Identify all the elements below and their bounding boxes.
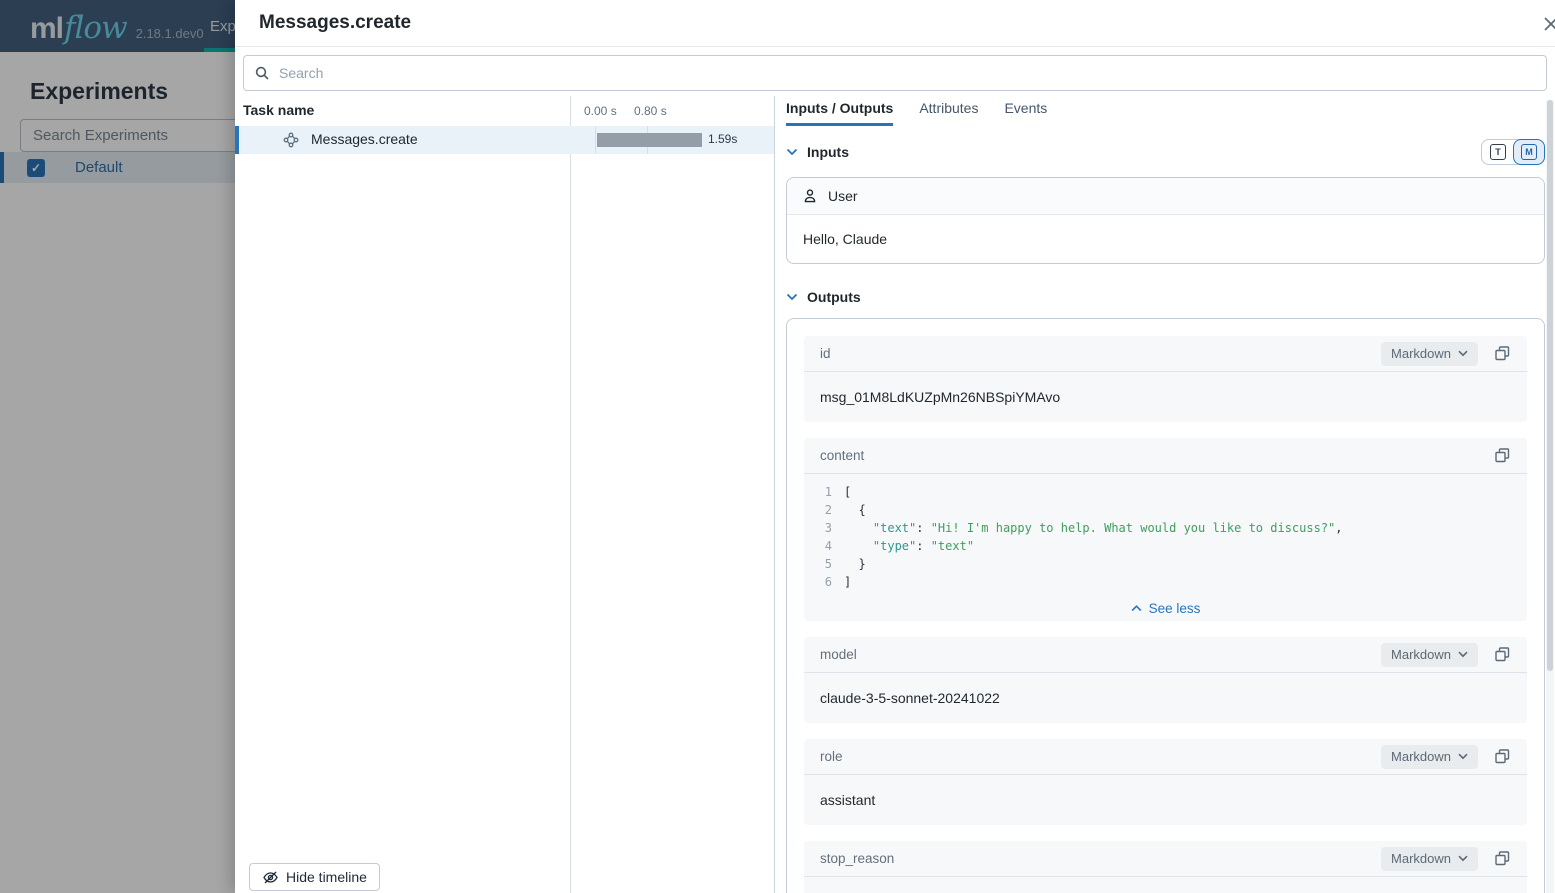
user-card-title: User — [828, 188, 858, 204]
hide-timeline-button[interactable]: Hide timeline — [249, 863, 380, 891]
tab-events[interactable]: Events — [1004, 96, 1047, 126]
render-mode-toggle: T M — [1481, 139, 1545, 165]
span-detail-pane: Inputs / Outputs Attributes Events Input… — [775, 96, 1555, 893]
tree-timeline-divider — [570, 96, 571, 893]
field-value: claude-3-5-sonnet-20241022 — [804, 673, 1527, 723]
markdown-dropdown[interactable]: Markdown — [1381, 342, 1478, 366]
field-value: assistant — [804, 775, 1527, 825]
field-header: role Markdown — [804, 739, 1527, 775]
inputs-section-title: Inputs — [807, 144, 849, 160]
detail-scroll-area: Inputs T M Us — [775, 126, 1555, 893]
outputs-section-header[interactable]: Outputs — [786, 279, 1545, 315]
duration-label: 1.59s — [708, 132, 737, 146]
markdown-dropdown[interactable]: Markdown — [1381, 745, 1478, 769]
outputs-container: id Markdown — [786, 318, 1545, 893]
field-label: model — [820, 647, 857, 662]
chevron-up-icon — [1131, 605, 1142, 612]
modal-title: Messages.create — [259, 12, 411, 34]
output-field-content: content 1[2 {3 "text": "Hi! I'm happy to… — [804, 438, 1527, 621]
text-view-icon: T — [1490, 144, 1506, 160]
json-code-block: 1[2 {3 "text": "Hi! I'm happy to help. W… — [804, 474, 1527, 591]
markdown-view-button[interactable]: M — [1513, 139, 1545, 165]
code-line: 3 "text": "Hi! I'm happy to help. What w… — [804, 519, 1527, 537]
markdown-view-icon: M — [1521, 144, 1537, 160]
see-less-label: See less — [1149, 601, 1201, 616]
chevron-down-icon — [786, 293, 798, 301]
chevron-down-icon — [1458, 350, 1468, 357]
search-icon — [254, 65, 271, 82]
markdown-dropdown[interactable]: Markdown — [1381, 847, 1478, 871]
search-input[interactable] — [279, 65, 1536, 81]
vertical-scrollbar[interactable] — [1546, 100, 1554, 893]
timeline-duration-bar[interactable] — [597, 133, 702, 147]
detail-tabs: Inputs / Outputs Attributes Events — [775, 96, 1555, 126]
task-row-messages-create[interactable]: Messages.create 1.59s — [235, 126, 774, 154]
modal-title-bar: Messages.create — [235, 0, 1555, 47]
copy-icon[interactable] — [1494, 748, 1511, 765]
field-label: role — [820, 749, 843, 764]
outputs-section-title: Outputs — [807, 289, 861, 305]
user-message-card: User Hello, Claude — [786, 177, 1545, 264]
field-value — [804, 877, 1527, 893]
field-header: id Markdown — [804, 336, 1527, 372]
text-view-button[interactable]: T — [1482, 140, 1514, 164]
screen: mlflow 2.18.1.dev0 Exp Experiments Searc… — [0, 0, 1555, 893]
copy-icon[interactable] — [1494, 850, 1511, 867]
markdown-dropdown-label: Markdown — [1391, 647, 1451, 662]
eye-off-icon — [262, 869, 279, 886]
chevron-down-icon — [1458, 753, 1468, 760]
field-header: stop_reason Markdown — [804, 841, 1527, 877]
field-header: content — [804, 438, 1527, 474]
output-field-role: role Markdown — [804, 739, 1527, 825]
task-tree-pane: Task name 0.00 s 0.80 s Messages.create — [235, 96, 775, 893]
copy-icon[interactable] — [1494, 447, 1511, 464]
timeline-gridline — [595, 126, 596, 154]
user-card-value: Hello, Claude — [787, 215, 1544, 263]
tree-header-row: Task name 0.00 s 0.80 s — [235, 96, 774, 126]
close-icon[interactable] — [1542, 15, 1555, 33]
code-line: 1[ — [804, 483, 1527, 501]
tab-attributes[interactable]: Attributes — [919, 96, 978, 126]
output-field-model: model Markdown — [804, 637, 1527, 723]
code-line: 5 } — [804, 555, 1527, 573]
markdown-dropdown[interactable]: Markdown — [1381, 643, 1478, 667]
markdown-dropdown-label: Markdown — [1391, 346, 1451, 361]
trace-span-icon — [283, 132, 299, 148]
timeline-tick-1: 0.80 s — [634, 104, 667, 118]
user-icon — [802, 188, 818, 204]
copy-icon[interactable] — [1494, 646, 1511, 663]
field-header: model Markdown — [804, 637, 1527, 673]
output-field-id: id Markdown — [804, 336, 1527, 422]
field-value: msg_01M8LdKUZpMn26NBSpiYMAvo — [804, 372, 1527, 422]
field-label: stop_reason — [820, 851, 894, 866]
chevron-down-icon — [786, 148, 798, 156]
scrollbar-thumb[interactable] — [1547, 100, 1553, 671]
field-label: content — [820, 448, 864, 463]
see-less-button[interactable]: See less — [804, 595, 1527, 621]
timeline-tick-0: 0.00 s — [584, 104, 617, 118]
trace-search-bar[interactable] — [243, 55, 1547, 91]
modal-main: Task name 0.00 s 0.80 s Messages.create — [235, 96, 1555, 893]
markdown-dropdown-label: Markdown — [1391, 749, 1451, 764]
hide-timeline-label: Hide timeline — [286, 869, 367, 885]
tab-inputs-outputs[interactable]: Inputs / Outputs — [786, 96, 893, 126]
copy-icon[interactable] — [1494, 345, 1511, 362]
field-label: id — [820, 346, 831, 361]
output-field-stop-reason: stop_reason Markdown — [804, 841, 1527, 893]
code-line: 4 "type": "text" — [804, 537, 1527, 555]
markdown-dropdown-label: Markdown — [1391, 851, 1451, 866]
trace-detail-modal: Messages.create Task name 0.00 s 0.80 s — [235, 0, 1555, 893]
code-line: 6] — [804, 573, 1527, 591]
code-line: 2 { — [804, 501, 1527, 519]
task-name-column-header: Task name — [243, 102, 314, 118]
inputs-section-header[interactable]: Inputs T M — [786, 134, 1545, 170]
chevron-down-icon — [1458, 651, 1468, 658]
user-card-header: User — [787, 178, 1544, 215]
chevron-down-icon — [1458, 855, 1468, 862]
task-row-label: Messages.create — [311, 131, 418, 147]
